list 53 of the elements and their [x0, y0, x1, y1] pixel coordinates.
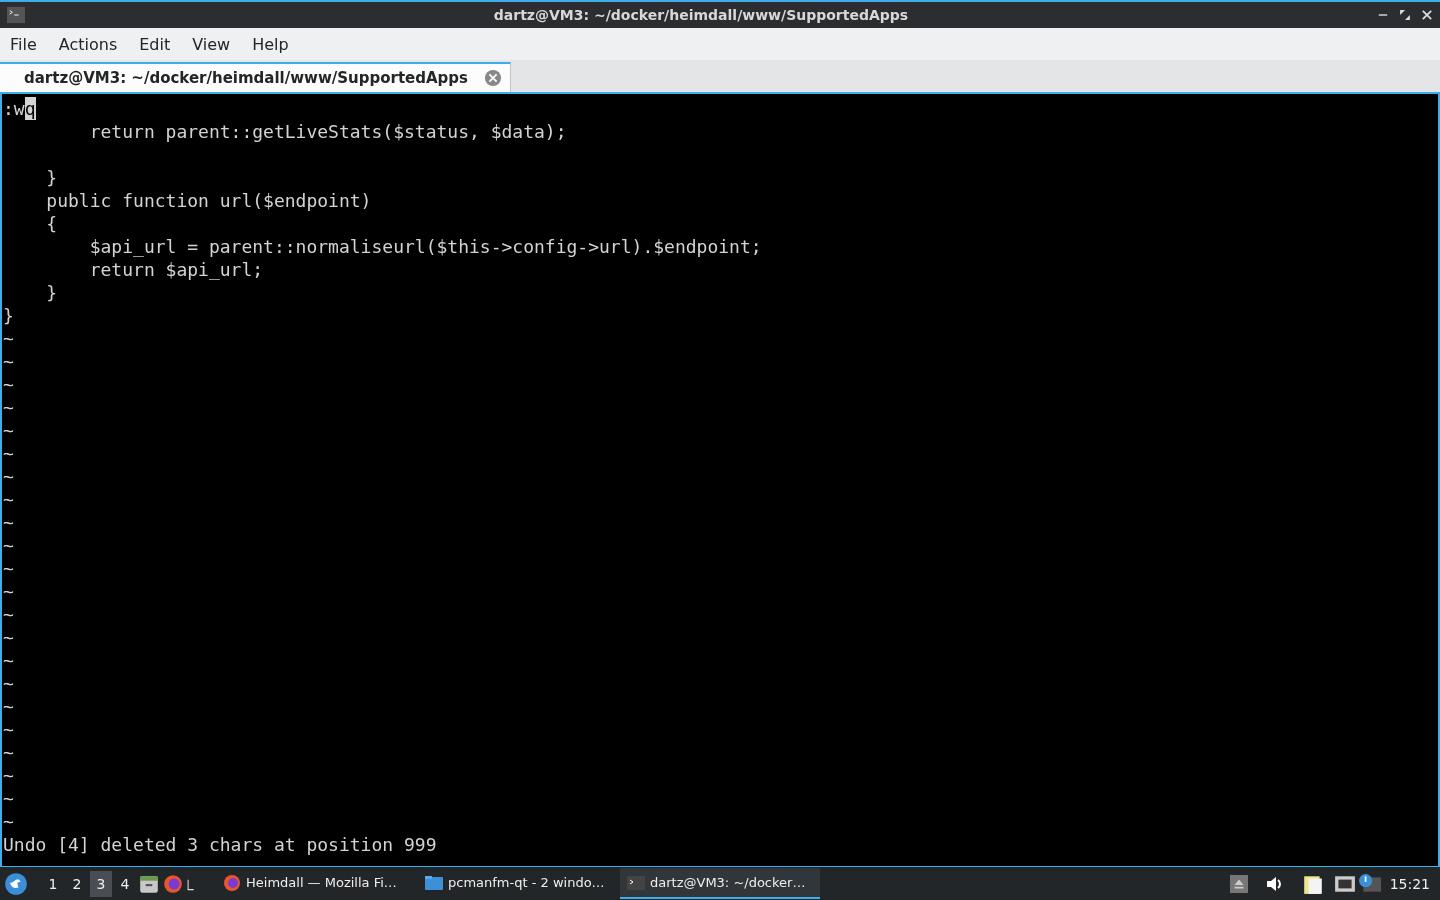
menu-item[interactable]: File	[10, 34, 37, 54]
code-line: }	[45, 281, 59, 304]
empty-line-marker: ~	[3, 373, 15, 396]
eject-icon[interactable]	[1229, 873, 1248, 894]
menu-item[interactable]: Actions	[58, 34, 118, 54]
empty-line-marker: ~	[3, 350, 15, 373]
firefox-icon	[222, 872, 242, 893]
menu-item[interactable]: Help	[252, 34, 289, 54]
start-menu-icon[interactable]	[4, 871, 28, 896]
clock: 15:21	[1388, 875, 1431, 892]
menu-item[interactable]: Edit	[139, 34, 171, 54]
task-button[interactable]: pcmanfm-qt - 2 windo…	[418, 868, 618, 899]
empty-line-marker: ~	[3, 557, 15, 580]
menu-item[interactable]: View	[192, 34, 231, 54]
empty-line-marker: ~	[3, 810, 15, 833]
empty-line-marker: ~	[3, 465, 15, 488]
code-line: }	[45, 166, 59, 189]
window-title: dartz@VM3: ~/docker/heimdall/www/SupportedApps	[492, 7, 910, 23]
empty-line-marker: ~	[3, 764, 15, 787]
code-line: return $api_url;	[88, 258, 265, 281]
empty-line-marker: ~	[3, 787, 15, 810]
desktop-button[interactable]: 2	[66, 870, 88, 897]
empty-line-marker: ~	[3, 603, 15, 626]
close-icon[interactable]	[1420, 8, 1434, 22]
desktop-button[interactable]: 1	[42, 870, 64, 897]
empty-line-marker: ~	[3, 718, 15, 741]
empty-line-marker: ~	[3, 580, 15, 603]
code-line: $api_url = parent::normaliseurl($this->config->url).$endpoint;	[88, 235, 763, 258]
empty-line-marker: ~	[3, 327, 15, 350]
restore-icon[interactable]	[1398, 8, 1412, 22]
notification-icon[interactable]	[1357, 872, 1382, 895]
status-message: Undo [4] deleted 3 chars at position 999	[3, 833, 438, 856]
firefox-icon[interactable]	[162, 872, 184, 895]
terminal-tab[interactable]: dartz@VM3: ~/docker/heimdall/www/SupportedApps	[0, 62, 511, 92]
code-line: {	[45, 212, 59, 235]
empty-line-marker: ~	[3, 626, 15, 649]
desktop-button[interactable]: 4	[114, 870, 136, 897]
empty-line-marker: ~	[3, 419, 15, 442]
task-button[interactable]: Heimdall — Mozilla Fi…	[216, 868, 416, 899]
empty-line-marker: ~	[3, 488, 15, 511]
desktop-button[interactable]: 3	[90, 870, 112, 897]
empty-line-marker: ~	[3, 442, 15, 465]
empty-line-marker: ~	[3, 695, 15, 718]
empty-line-marker: ~	[3, 649, 15, 672]
empty-line-marker: ~	[3, 396, 15, 419]
empty-line-marker: ~	[3, 534, 15, 557]
task-button[interactable]: dartz@VM3: ~/docker…	[620, 868, 820, 899]
empty-line-marker: ~	[3, 672, 15, 695]
empty-line-marker: ~	[3, 741, 15, 764]
empty-line-marker: ~	[3, 511, 15, 534]
code-line: }	[3, 304, 15, 327]
code-line: return parent::getLiveStats($status, $data);	[88, 120, 568, 143]
code-line: public function url($endpoint)	[45, 189, 373, 212]
